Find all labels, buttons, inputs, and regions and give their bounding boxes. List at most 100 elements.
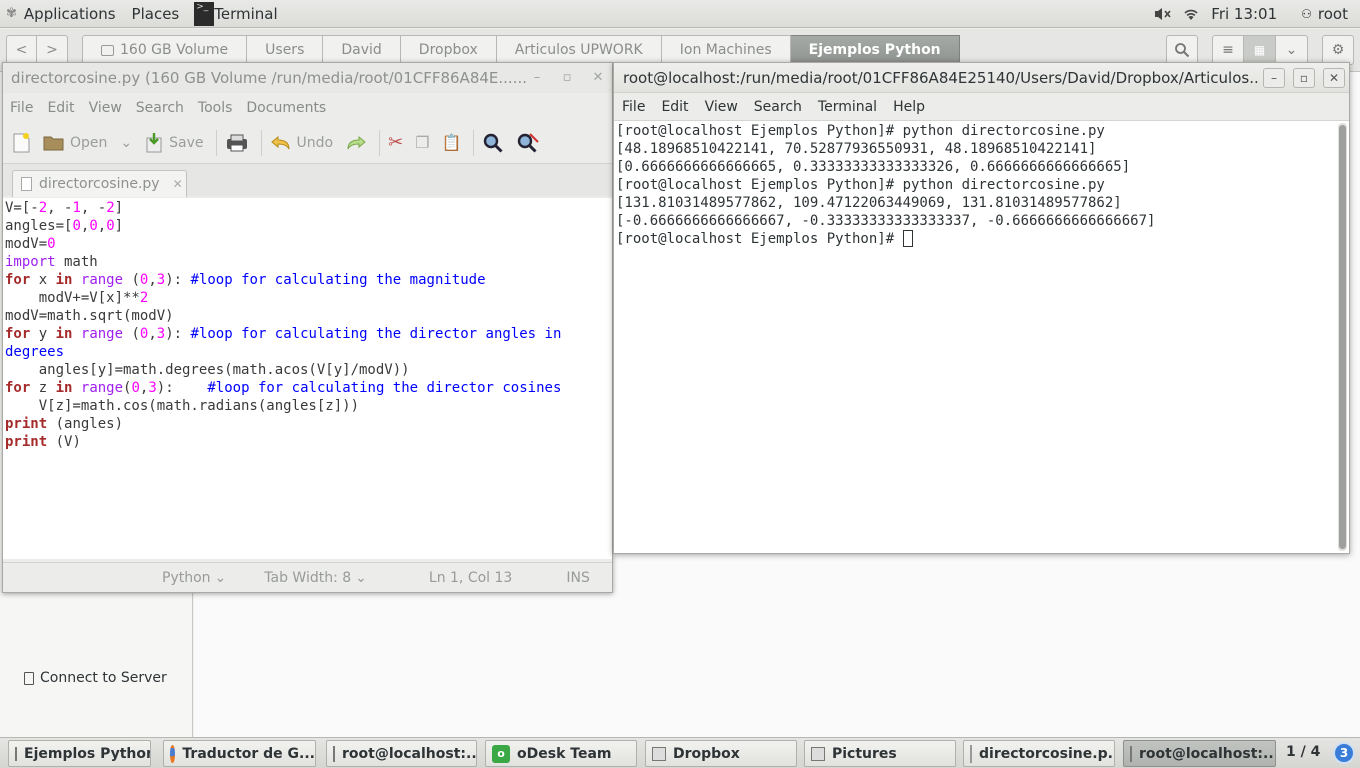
task-label: root@localhost:...: [1139, 745, 1276, 762]
wifi-icon[interactable]: [1183, 7, 1199, 21]
workspace-indicator[interactable]: 1 / 4: [1286, 744, 1320, 760]
settings-button[interactable]: ⚙: [1322, 35, 1354, 65]
print-button[interactable]: [225, 133, 249, 153]
task-firefox[interactable]: Traductor de G...: [163, 740, 316, 767]
applications-menu[interactable]: ✾ Applications: [0, 0, 123, 28]
code-line: modV+=V[x]**2: [5, 290, 149, 306]
crumb-articulos-upwork[interactable]: Articulos UPWORK: [496, 35, 662, 65]
task-terminal-1[interactable]: root@localhost:...: [326, 740, 477, 767]
volume-muted-icon[interactable]: [1153, 6, 1171, 22]
undo-icon: [270, 135, 290, 149]
code-editor[interactable]: V=[-2, -1, -2] angles=[0,0,0] modV=0 import…: [3, 198, 612, 559]
code-line: modV=0: [5, 236, 56, 252]
minimize-icon[interactable]: –: [1263, 68, 1285, 88]
menu-search[interactable]: Search: [129, 100, 191, 116]
save-button[interactable]: Save: [144, 132, 204, 154]
back-button[interactable]: <: [6, 35, 37, 65]
gedit-tab-bar: directorcosine.py ✕: [3, 164, 612, 197]
tab-directorcosine[interactable]: directorcosine.py ✕: [12, 170, 187, 197]
maximize-icon[interactable]: ▫: [558, 69, 576, 87]
task-dropbox[interactable]: Dropbox: [645, 740, 797, 767]
firefox-icon: [170, 744, 176, 763]
user-icon: ⚇: [1301, 6, 1312, 21]
menu-file[interactable]: File: [614, 99, 653, 115]
crumb-160gb-volume[interactable]: 160 GB Volume: [82, 35, 248, 65]
menu-edit[interactable]: Edit: [40, 100, 81, 116]
menu-view[interactable]: View: [82, 100, 129, 116]
tab-width-selector[interactable]: Tab Width: 8 ⌄: [264, 570, 367, 586]
view-options-button[interactable]: ⌄: [1276, 35, 1308, 65]
copy-icon: ❐: [415, 133, 430, 152]
code-line: import math: [5, 254, 98, 270]
code-line: print (V): [5, 434, 81, 450]
task-label: Traductor de G...: [182, 745, 315, 762]
grid-view-button[interactable]: ▦: [1244, 35, 1276, 65]
search-button[interactable]: [1166, 35, 1198, 65]
crumb-david[interactable]: David: [323, 35, 401, 65]
code-line: for z in range(0,3): #loop for calculati…: [5, 380, 562, 396]
new-document-button[interactable]: [11, 132, 31, 154]
menu-terminal[interactable]: Terminal: [810, 99, 885, 115]
connect-to-server-item[interactable]: Connect to Server: [24, 670, 167, 686]
text-editor-icon: [970, 744, 972, 763]
close-icon[interactable]: ✕: [1323, 68, 1345, 88]
toolbar-separator: [473, 129, 475, 156]
crumb-ion-machines[interactable]: Ion Machines: [661, 35, 791, 65]
clock[interactable]: Fri 13:01: [1211, 5, 1277, 23]
task-terminal-2[interactable]: root@localhost:...: [1123, 740, 1276, 767]
task-label: directorcosine.p...: [979, 745, 1115, 762]
places-label: Places: [131, 4, 180, 23]
scrollbar-thumb[interactable]: [1339, 125, 1346, 549]
terminal-line: [0.6666666666666665, 0.33333333333333326…: [616, 159, 1131, 175]
crumb-label: Articulos UPWORK: [514, 42, 643, 58]
menu-documents[interactable]: Documents: [239, 100, 333, 116]
menu-tools[interactable]: Tools: [191, 100, 240, 116]
gedit-titlebar[interactable]: directorcosine.py (160 GB Volume /run/me…: [3, 63, 612, 93]
open-button[interactable]: Open ⌄: [43, 134, 132, 152]
task-ejemplos-python[interactable]: Ejemplos Python: [8, 740, 151, 767]
language-label: Python: [162, 569, 211, 586]
crumb-dropbox[interactable]: Dropbox: [400, 35, 497, 65]
replace-button[interactable]: [516, 132, 540, 154]
paste-icon: 📋: [441, 133, 462, 152]
code-line: V=[-2, -1, -2]: [5, 200, 124, 216]
copy-button[interactable]: ❐: [415, 133, 429, 152]
chevron-right-icon: >: [46, 42, 58, 58]
task-odesk-team[interactable]: o oDesk Team: [485, 740, 637, 767]
menu-help[interactable]: Help: [885, 99, 933, 115]
terminal-scrollbar[interactable]: [1338, 123, 1347, 551]
chevron-down-icon[interactable]: ⌄: [120, 135, 132, 151]
close-icon[interactable]: ✕: [173, 177, 183, 191]
minimize-icon[interactable]: –: [528, 69, 546, 87]
scissors-icon: ✂: [388, 132, 404, 153]
close-icon[interactable]: ✕: [589, 69, 607, 87]
menu-edit[interactable]: Edit: [653, 99, 696, 115]
paste-button[interactable]: 📋: [442, 133, 462, 152]
menu-search[interactable]: Search: [746, 99, 810, 115]
terminal-output[interactable]: [root@localhost Ejemplos Python]# python…: [614, 121, 1336, 553]
maximize-icon[interactable]: ▫: [1293, 68, 1315, 88]
terminal-titlebar[interactable]: root@localhost:/run/media/root/01CFF86A8…: [614, 63, 1349, 93]
menu-file[interactable]: File: [3, 100, 40, 116]
language-selector[interactable]: Python ⌄: [162, 570, 226, 586]
redo-button[interactable]: [345, 134, 367, 152]
gedit-menubar: File Edit View Search Tools Documents: [3, 93, 612, 122]
crumb-ejemplos-python[interactable]: Ejemplos Python: [790, 35, 960, 65]
menu-view[interactable]: View: [697, 99, 746, 115]
user-name: root: [1317, 4, 1348, 23]
active-app-indicator[interactable]: >_ Terminal: [186, 0, 284, 28]
notification-badge[interactable]: 3: [1333, 742, 1355, 764]
user-menu[interactable]: ⚇ root: [1301, 5, 1348, 23]
undo-label: Undo: [296, 134, 334, 151]
find-button[interactable]: [482, 132, 504, 154]
task-gedit[interactable]: directorcosine.p...: [963, 740, 1115, 767]
list-view-button[interactable]: ≡: [1212, 35, 1244, 65]
crumb-users[interactable]: Users: [247, 35, 324, 65]
text-file-icon: [21, 177, 32, 191]
task-pictures[interactable]: Pictures: [804, 740, 956, 767]
undo-button[interactable]: Undo: [270, 134, 334, 152]
forward-button[interactable]: >: [37, 35, 68, 65]
places-menu[interactable]: Places: [123, 0, 187, 28]
toolbar-separator: [379, 129, 381, 156]
cut-button[interactable]: ✂: [388, 132, 403, 153]
